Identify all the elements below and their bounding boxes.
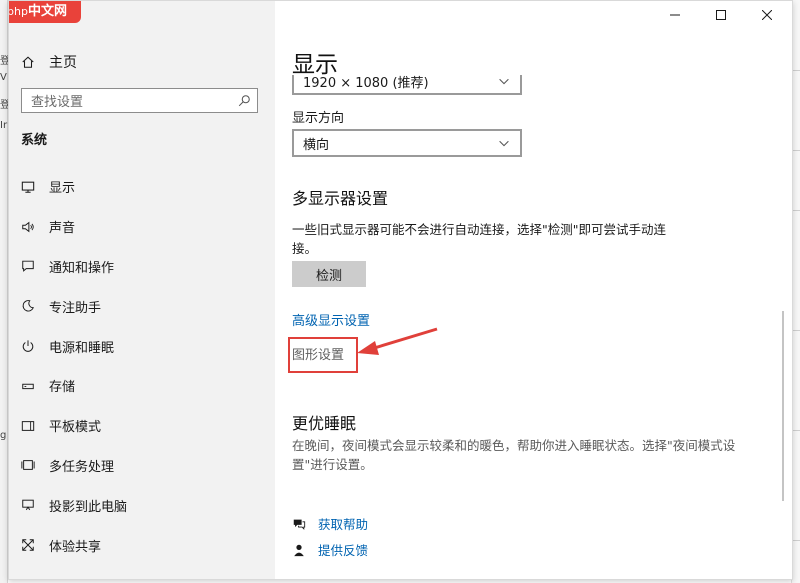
- sidebar-item-label: 专注助手: [49, 300, 102, 316]
- give-feedback-link[interactable]: 提供反馈: [292, 540, 368, 559]
- page-title: 显示: [292, 52, 338, 78]
- sleep-heading: 更优睡眠: [292, 414, 357, 433]
- sidebar-item-tablet-mode[interactable]: 平板模式: [9, 406, 275, 446]
- feedback-label: 提供反馈: [318, 543, 369, 558]
- section-title: 系统: [21, 133, 48, 148]
- sidebar-item-sound[interactable]: 声音: [9, 207, 275, 247]
- sidebar-item-label: 多任务处理: [49, 459, 115, 475]
- annotation-arrow-icon: [357, 327, 438, 355]
- chevron-down-icon: [497, 75, 511, 88]
- get-help-link[interactable]: 获取帮助: [292, 514, 368, 533]
- speaker-icon: [21, 220, 35, 234]
- monitor-icon: [21, 180, 35, 194]
- get-help-label: 获取帮助: [318, 517, 369, 532]
- sidebar-item-storage[interactable]: 存储: [9, 366, 275, 406]
- bg-fragment: g: [0, 430, 7, 441]
- sidebar-item-label: 投影到此电脑: [49, 499, 128, 515]
- resolution-value: 1920 × 1080 (推荐): [303, 75, 429, 91]
- nav-home[interactable]: 主页: [21, 51, 77, 73]
- annotation-highlight-box: [288, 337, 358, 373]
- multi-display-heading: 多显示器设置: [292, 189, 389, 208]
- orientation-label: 显示方向: [292, 111, 345, 126]
- notification-icon: [21, 259, 35, 273]
- resolution-dropdown-clip: 1920 × 1080 (推荐): [292, 75, 522, 97]
- chat-help-icon: [292, 517, 306, 531]
- project-icon: [21, 498, 35, 512]
- moon-icon: [21, 299, 35, 313]
- orientation-value: 横向: [303, 137, 330, 153]
- sidebar-item-label: 声音: [49, 221, 76, 237]
- chevron-down-icon: [497, 136, 511, 150]
- nav-list: 显示 声音 通知和操作 专注助手 电源和睡眠 存储 平板模式 多任务处理 投影到…: [9, 167, 275, 565]
- sidebar-item-label: 体验共享: [49, 539, 102, 555]
- sidebar-item-label: 电源和睡眠: [49, 340, 115, 356]
- main-content: 显示 1920 × 1080 (推荐) 显示方向 横向 多显示器设置 一些旧式显…: [292, 1, 772, 579]
- orientation-dropdown[interactable]: 横向: [292, 129, 522, 157]
- sidebar-item-power-sleep[interactable]: 电源和睡眠: [9, 326, 275, 366]
- background-window-left: 登 V 登 Ir g: [0, 0, 10, 583]
- power-icon: [21, 339, 35, 353]
- sidebar-item-label: 存储: [49, 380, 76, 396]
- scrollbar[interactable]: [782, 311, 784, 501]
- detect-button[interactable]: 检测: [292, 261, 366, 287]
- share-icon: [21, 538, 35, 552]
- bg-fragment: Ir: [0, 120, 8, 131]
- search-icon: [237, 94, 251, 108]
- home-icon: [21, 55, 35, 69]
- sidebar-item-notifications[interactable]: 通知和操作: [9, 247, 275, 287]
- storage-icon: [21, 379, 35, 393]
- multitask-icon: [21, 458, 35, 472]
- sidebar-item-label: 通知和操作: [49, 260, 115, 276]
- sidebar-item-project-to-pc[interactable]: 投影到此电脑: [9, 485, 275, 525]
- nav-home-label: 主页: [49, 55, 77, 71]
- sidebar-item-display[interactable]: 显示: [9, 167, 275, 207]
- sidebar-item-focus-assist[interactable]: 专注助手: [9, 286, 275, 326]
- sidebar: php中文网 主页 查找设置 系统 显示 声音 通知和操作 专注助手 电源和睡眠…: [9, 1, 275, 579]
- search-input[interactable]: 查找设置: [21, 88, 258, 113]
- settings-window: php中文网 主页 查找设置 系统 显示 声音 通知和操作 专注助手 电源和睡眠…: [8, 0, 793, 580]
- multi-display-description: 一些旧式显示器可能不会进行自动连接，选择"检测"即可尝试手动连接。: [292, 222, 667, 256]
- sidebar-item-multitasking[interactable]: 多任务处理: [9, 446, 275, 486]
- feedback-icon: [292, 543, 306, 557]
- bg-fragment: V: [0, 72, 7, 83]
- sidebar-item-label: 平板模式: [49, 420, 102, 436]
- search-placeholder: 查找设置: [31, 95, 84, 110]
- sleep-description: 在晚间，夜间模式会显示较柔和的暖色，帮助你进入睡眠状态。选择"夜间模式设置"进行…: [292, 438, 736, 472]
- sidebar-item-label: 显示: [49, 181, 76, 197]
- resolution-dropdown[interactable]: 1920 × 1080 (推荐): [292, 75, 522, 95]
- sidebar-item-shared-experiences[interactable]: 体验共享: [9, 525, 275, 565]
- tablet-icon: [21, 419, 35, 433]
- watermark-logo: php中文网: [9, 1, 81, 23]
